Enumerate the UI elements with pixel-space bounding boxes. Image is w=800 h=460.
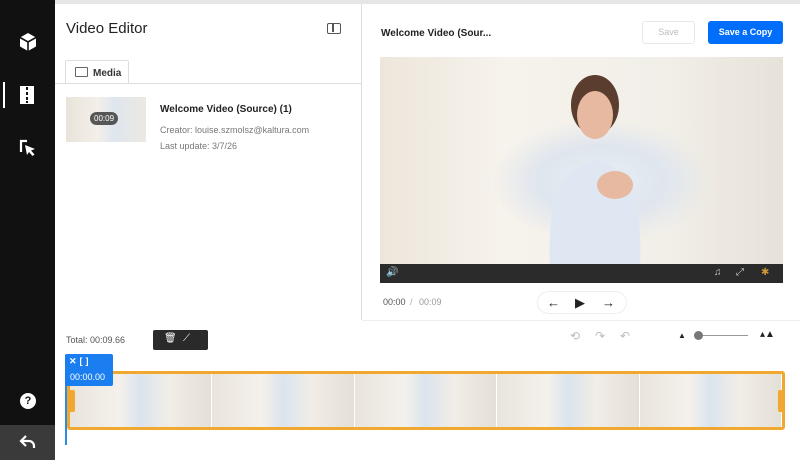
media-panel xyxy=(55,4,362,320)
video-title: Welcome Video (Sour... xyxy=(381,28,492,39)
reset-icon[interactable]: ⟲ xyxy=(570,329,580,343)
timeline-frame xyxy=(497,374,640,427)
playback-nav: ← ▶ → xyxy=(537,291,627,314)
timeline-clip[interactable] xyxy=(67,371,785,430)
film-icon[interactable] xyxy=(19,86,35,104)
zoom-slider[interactable] xyxy=(695,335,748,336)
play-icon[interactable]: ▶ xyxy=(575,295,585,311)
volume-icon[interactable]: 🔊 xyxy=(386,267,398,278)
split-icon[interactable]: ⟋ xyxy=(183,333,190,344)
timeline-frame xyxy=(354,374,498,427)
save-button[interactable]: Save xyxy=(642,21,695,44)
fullscreen-icon[interactable]: ⤢ xyxy=(736,267,744,278)
clip-toolbar: 🗑 ⟋ xyxy=(153,330,208,350)
total-duration: Total: 00:09.66 xyxy=(66,335,126,345)
folder-icon xyxy=(75,67,88,77)
divider xyxy=(362,320,800,321)
back-icon xyxy=(19,435,36,448)
panel-toggle-icon[interactable] xyxy=(327,23,341,34)
active-indicator xyxy=(3,82,5,108)
media-title[interactable]: Welcome Video (Source) (1) xyxy=(160,104,292,115)
time-separator: / xyxy=(410,297,413,307)
media-last-update: Last update: 3/7/26 xyxy=(160,141,238,151)
playhead-time: 00:00.00 xyxy=(70,372,106,382)
trim-start-handle[interactable] xyxy=(67,390,75,412)
player-controls: 🔊 ♫ ⤢ ✱ xyxy=(380,264,783,283)
video-frame-person xyxy=(549,75,641,265)
current-time: 00:00 xyxy=(383,297,406,307)
delete-icon[interactable]: 🗑 xyxy=(164,333,177,344)
timeline-frame xyxy=(639,374,782,427)
page-title: Video Editor xyxy=(66,20,148,37)
media-thumbnail[interactable]: 00:09 xyxy=(66,97,146,142)
playhead-tools-icon[interactable]: ✕[] xyxy=(69,356,92,367)
save-a-copy-button[interactable]: Save a Copy xyxy=(708,21,783,44)
duration-badge: 00:09 xyxy=(90,112,119,125)
redo-icon[interactable]: ↷ xyxy=(595,329,605,343)
zoom-out-icon[interactable]: ▲ xyxy=(678,331,686,340)
total-time: 00:09 xyxy=(419,297,442,307)
trim-end-handle[interactable] xyxy=(778,390,785,412)
undo-icon[interactable]: ↶ xyxy=(620,329,630,343)
media-creator: Creator: louise.szmolsz@kaltura.com xyxy=(160,125,310,135)
zoom-slider-handle[interactable] xyxy=(693,331,703,340)
pointer-icon[interactable] xyxy=(18,138,38,158)
back-button[interactable] xyxy=(0,425,55,460)
timeline-frame xyxy=(212,374,355,427)
next-frame-icon[interactable]: → xyxy=(602,295,615,310)
cube-icon[interactable] xyxy=(16,30,40,54)
tab-divider xyxy=(55,83,362,84)
zoom-in-icon[interactable]: ▴▲ xyxy=(760,329,775,340)
audio-icon[interactable]: ♫ xyxy=(714,267,722,278)
previous-frame-icon[interactable]: ← xyxy=(547,295,560,310)
sidebar xyxy=(0,0,55,460)
settings-icon[interactable]: ✱ xyxy=(761,267,769,278)
playhead-box[interactable]: ✕[] 00:00.00 xyxy=(65,354,113,386)
help-icon[interactable]: ? xyxy=(20,393,36,409)
